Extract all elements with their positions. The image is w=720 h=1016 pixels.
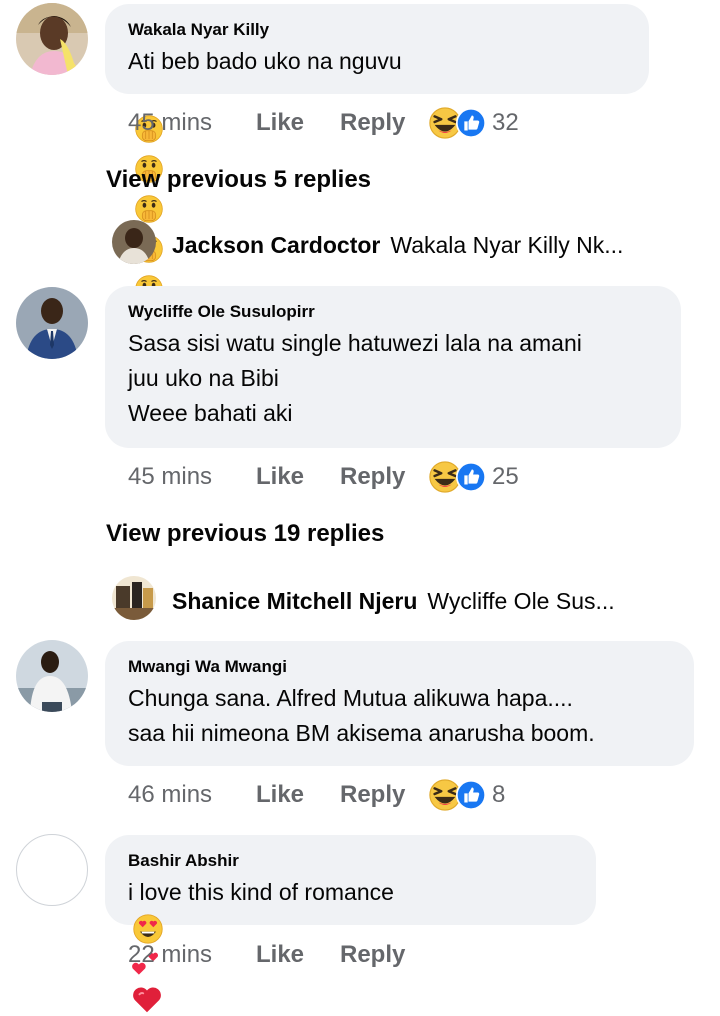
like-reaction-icon [456, 780, 486, 810]
avatar[interactable] [16, 3, 88, 75]
timestamp[interactable]: 45 mins [128, 463, 256, 491]
reply-preview-text: Wycliffe Ole Sus... [427, 588, 615, 614]
like-reaction-icon [456, 108, 486, 138]
comment-meta: 45 mins Like Reply 32 [128, 108, 519, 138]
avatar[interactable] [16, 287, 88, 359]
commenter-name[interactable]: Bashir Abshir [128, 851, 572, 871]
reaction-summary[interactable]: 25 [428, 460, 519, 494]
nested-reply-preview[interactable]: Jackson Cardoctor Wakala Nyar Killy Nk... [172, 232, 623, 259]
like-button[interactable]: Like [256, 781, 340, 809]
commenter-name[interactable]: Mwangi Wa Mwangi [128, 657, 670, 677]
comment-text: Sasa sisi watu single hatuwezi lala na a… [128, 330, 582, 426]
comment-meta: 46 mins Like Reply 8 [128, 780, 505, 810]
reply-button[interactable]: Reply [340, 109, 428, 137]
reply-preview-text: Wakala Nyar Killy Nk... [390, 232, 624, 258]
like-reaction-icon [456, 462, 486, 492]
timestamp[interactable]: 45 mins [128, 109, 256, 137]
reply-button[interactable]: Reply [340, 781, 428, 809]
reaction-count: 32 [492, 109, 519, 136]
red-heart-emoji-icon [130, 982, 164, 1016]
view-previous-replies-link[interactable]: View previous 5 replies [106, 166, 371, 194]
timestamp[interactable]: 46 mins [128, 781, 256, 809]
reaction-count: 8 [492, 781, 506, 808]
comment-bubble: Wakala Nyar Killy Ati beb bado uko na ng… [105, 4, 649, 94]
like-button[interactable]: Like [256, 109, 340, 137]
view-previous-replies-link[interactable]: View previous 19 replies [106, 520, 384, 548]
reaction-summary[interactable]: 8 [428, 778, 505, 812]
commenter-name[interactable]: Wycliffe Ole Susulopirr [128, 302, 657, 322]
comment-text: Chunga sana. Alfred Mutua alikuwa hapa..… [128, 685, 595, 746]
reply-button[interactable]: Reply [340, 463, 428, 491]
comment-text-content: Ati beb bado uko na nguvu [128, 48, 402, 74]
like-button[interactable]: Like [256, 941, 340, 969]
reply-author-name[interactable]: Shanice Mitchell Njeru [172, 588, 417, 614]
avatar[interactable] [112, 576, 156, 620]
comment-meta: 22 mins Like Reply [128, 940, 428, 970]
like-button[interactable]: Like [256, 463, 340, 491]
timestamp[interactable]: 22 mins [128, 941, 256, 969]
comment-bubble: Wycliffe Ole Susulopirr Sasa sisi watu s… [105, 286, 681, 448]
reaction-summary[interactable]: 32 [428, 106, 519, 140]
reply-author-name[interactable]: Jackson Cardoctor [172, 232, 380, 258]
avatar[interactable] [16, 834, 88, 906]
commenter-name[interactable]: Wakala Nyar Killy [128, 20, 625, 40]
nested-reply-preview[interactable]: Shanice Mitchell Njeru Wycliffe Ole Sus..… [172, 588, 615, 615]
comment-text-content: i love this kind of romance [128, 879, 394, 905]
comment-bubble: Mwangi Wa Mwangi Chunga sana. Alfred Mut… [105, 641, 694, 766]
reaction-count: 25 [492, 463, 519, 490]
avatar[interactable] [16, 640, 88, 712]
comment-meta: 45 mins Like Reply 25 [128, 462, 519, 492]
comment-bubble: Bashir Abshir i love this kind of romanc… [105, 835, 596, 925]
avatar[interactable] [112, 220, 156, 264]
reply-button[interactable]: Reply [340, 941, 428, 969]
